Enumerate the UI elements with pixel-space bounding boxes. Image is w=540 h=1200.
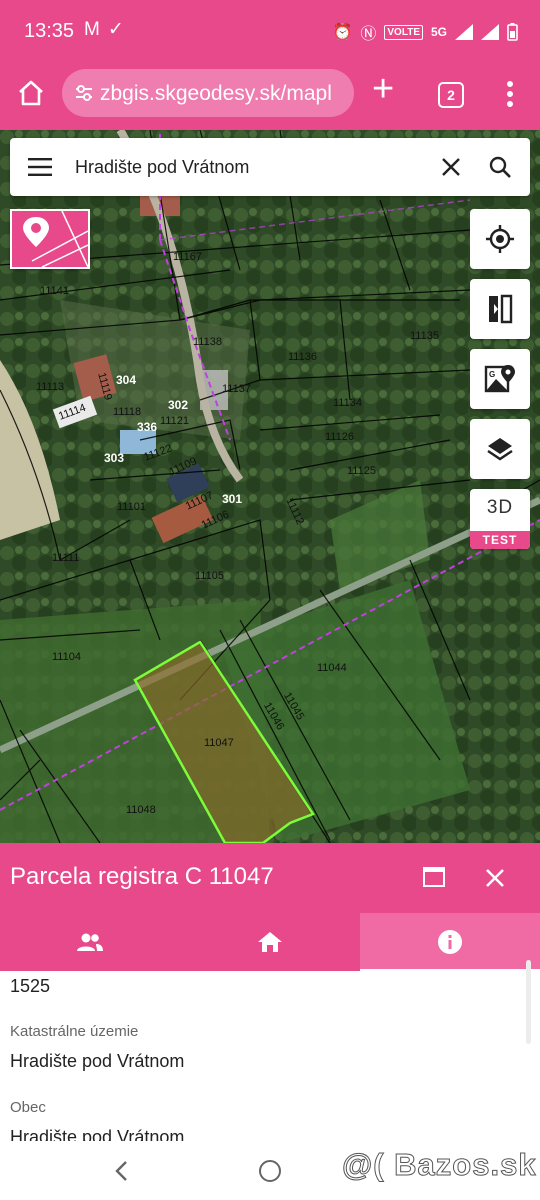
parcel-label: 11047 [204, 737, 234, 749]
network-type: 5G [430, 25, 447, 39]
parcel-label: 11138 [193, 336, 222, 348]
field-value: Hradište pod Vrátnom [10, 1127, 185, 1141]
status-time: 13:35 [24, 20, 75, 42]
layers-button[interactable] [470, 419, 530, 479]
parcel-label: 11137 [222, 383, 251, 395]
parcel-label: 304 [116, 373, 136, 387]
battery-icon [507, 23, 518, 41]
system-icons: ⏰ Ⓝ VOLTE 5G [332, 20, 518, 44]
browser-toolbar: zbgis.skgeodesy.sk/mapl + 2 [0, 62, 540, 130]
parcel-label: 11134 [333, 397, 362, 409]
panel-scrollbar[interactable] [526, 960, 531, 1044]
parcel-label: 11125 [347, 465, 376, 477]
parcel-label: 11113 [36, 381, 64, 393]
search-input[interactable]: Hradište pod Vrátnom [75, 157, 249, 178]
google-maps-button[interactable]: G [470, 349, 530, 409]
people-icon [77, 933, 103, 951]
field-label: Katastrálne územie [10, 1023, 139, 1040]
3d-label: 3D [486, 497, 514, 518]
download-done-icon: ✓ [107, 19, 132, 40]
parcel-label: 11101 [117, 501, 146, 513]
home-tab-icon [258, 932, 282, 952]
panel-tabs [0, 913, 540, 971]
field-value: Hradište pod Vrátnom [10, 1051, 185, 1071]
parcel-label: 11167 [173, 251, 202, 263]
my-location-button[interactable] [470, 209, 530, 269]
parcel-label: 11105 [195, 570, 224, 582]
tab-info[interactable] [360, 913, 540, 971]
close-icon[interactable] [484, 867, 506, 889]
nfc-icon: Ⓝ [360, 26, 377, 43]
compare-maps-button[interactable] [470, 279, 530, 339]
parcel-label: 11121 [160, 415, 189, 427]
google-maps-icon: G [484, 365, 515, 393]
field-value: 1525 [10, 976, 51, 996]
parcel-label: 11136 [288, 351, 317, 363]
svg-text:G: G [489, 370, 495, 379]
parcel-label: 11118 [113, 406, 141, 418]
map-search-bar: Hradište pod Vrátnom [10, 138, 530, 196]
compare-icon [489, 294, 513, 324]
cadastre-layer-toggle[interactable] [10, 209, 90, 269]
parcel-label: 11126 [325, 431, 354, 443]
home-circle-icon[interactable] [259, 1160, 281, 1182]
cadastre-layer-icon [23, 211, 88, 267]
parcel-label: 11135 [410, 330, 439, 342]
parcel-info: 1525 Katastrálne územie Hradište pod Vrá… [0, 971, 540, 1141]
parcel-panel-header: Parcela registra C 11047 [0, 843, 540, 913]
address-bar[interactable]: zbgis.skgeodesy.sk/mapl [62, 69, 354, 117]
test-badge: TEST [470, 531, 530, 549]
parcel-label: 11048 [126, 804, 156, 816]
maximize-icon[interactable] [423, 867, 445, 887]
back-icon[interactable] [112, 1159, 132, 1183]
signal-icon-2 [481, 24, 499, 40]
tab-buildings[interactable] [180, 913, 360, 971]
gmail-icon: M [84, 19, 108, 40]
clear-icon[interactable] [440, 156, 462, 178]
signal-icon [455, 24, 473, 40]
status-bar: 13:35 M✓ ⏰ Ⓝ VOLTE 5G [0, 0, 540, 62]
tab-owners[interactable] [0, 913, 180, 971]
url-text: zbgis.skgeodesy.sk/mapl [100, 82, 332, 105]
parcel-label: 303 [104, 451, 124, 465]
parcel-label: 336 [137, 420, 157, 434]
parcel-label: 301 [222, 492, 242, 506]
site-settings-icon[interactable] [74, 83, 94, 103]
parcel-label: 11044 [317, 662, 347, 674]
field-label: Obec [10, 1099, 46, 1116]
info-icon [438, 930, 462, 954]
notification-icons: M✓ [84, 18, 132, 41]
parcel-label: 11141 [40, 285, 69, 297]
parcel-label: 302 [168, 398, 188, 412]
3d-view-button[interactable]: 3D TEST [470, 489, 530, 549]
home-icon[interactable] [16, 78, 46, 108]
watermark: @( Bazos.sk [342, 1147, 537, 1183]
more-menu-icon[interactable] [500, 78, 520, 110]
menu-icon[interactable] [28, 158, 52, 176]
volte-icon: VOLTE [384, 24, 423, 40]
search-icon[interactable] [488, 155, 512, 179]
alarm-icon: ⏰ [332, 24, 353, 41]
layers-icon [487, 438, 513, 461]
parcel-label: 11111 [52, 552, 79, 564]
panel-title: Parcela registra C 11047 [10, 863, 274, 890]
parcel-label: 11104 [52, 651, 81, 663]
my-location-icon [486, 225, 514, 253]
tab-switcher-button[interactable]: 2 [438, 82, 464, 108]
new-tab-icon[interactable]: + [372, 68, 394, 111]
